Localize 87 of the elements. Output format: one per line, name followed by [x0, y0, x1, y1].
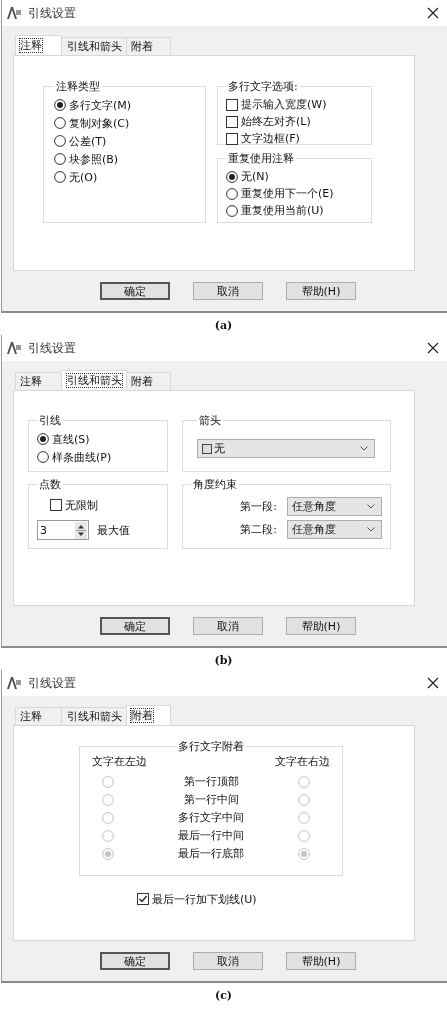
spin-arrows-icon[interactable]	[75, 521, 87, 539]
figure-caption: (b)	[213, 654, 234, 667]
checkbox-label[interactable]: 提示输入宽度(W)	[241, 97, 327, 112]
dialog-button[interactable]: 确定	[100, 952, 170, 970]
chevron-down-icon	[367, 504, 375, 509]
radio-label[interactable]: 无(N)	[241, 169, 269, 184]
tab[interactable]: 附着	[126, 372, 171, 390]
radio-label[interactable]: 重复使用下一个(E)	[241, 186, 334, 201]
tab[interactable]: 引线和箭头	[61, 370, 127, 390]
figure-caption: (c)	[213, 989, 234, 1002]
dialog-button[interactable]: 取消	[193, 617, 263, 635]
radio-label[interactable]: 公差(T)	[69, 133, 107, 149]
close-icon[interactable]	[427, 342, 439, 354]
window-title: 引线设置	[28, 339, 76, 357]
option-label: 第一行中间	[183, 792, 239, 807]
close-icon[interactable]	[427, 677, 439, 689]
radio-button[interactable]	[54, 99, 66, 111]
tab[interactable]: 引线和箭头	[61, 707, 127, 725]
radio-button[interactable]	[54, 153, 66, 165]
number-spinner[interactable]: 3	[37, 520, 89, 540]
close-icon[interactable]	[427, 7, 439, 19]
tab[interactable]: 附着	[126, 705, 171, 725]
radio-label[interactable]: 多行文字(M)	[69, 97, 132, 113]
column-header: 文字在左边	[92, 754, 147, 769]
figure-caption: (a)	[213, 319, 234, 332]
arrowhead-dropdown[interactable]: 无	[197, 439, 375, 458]
radio-button[interactable]	[37, 451, 49, 463]
radio-label[interactable]: 重复使用当前(U)	[241, 203, 324, 218]
radio-label[interactable]: 块参照(B)	[69, 151, 119, 167]
checkbox[interactable]	[226, 132, 238, 145]
square-icon	[202, 443, 212, 454]
group-title: 角度约束	[192, 477, 238, 492]
chevron-down-icon	[360, 446, 368, 451]
column-header: 文字在右边	[275, 754, 330, 769]
radio-label[interactable]: 复制对象(C)	[69, 115, 130, 131]
group-title: 注释类型	[55, 79, 101, 94]
chevron-down-icon	[367, 527, 375, 532]
dialog-button[interactable]: 确定	[100, 617, 170, 635]
group-title: 箭头	[198, 413, 222, 428]
app-icon	[6, 341, 22, 355]
tab[interactable]: 注释	[15, 35, 62, 55]
dialog-button[interactable]: 帮助(H)	[286, 952, 356, 970]
radio-button[interactable]	[37, 433, 49, 445]
radio-label[interactable]: 直线(S)	[52, 431, 90, 447]
group-title: 多行文字附着	[177, 739, 245, 754]
field-label: 最大值	[97, 522, 130, 538]
radio-label[interactable]: 无(O)	[69, 169, 98, 185]
group-title: 点数	[38, 477, 62, 492]
radio-button[interactable]	[226, 204, 238, 217]
group-title: 多行文字选项:	[227, 79, 299, 94]
angle-dropdown[interactable]: 任意角度	[287, 497, 382, 516]
checkbox[interactable]	[226, 98, 238, 111]
dialog-button[interactable]: 取消	[193, 952, 263, 970]
checkbox-label[interactable]: 文字边框(F)	[241, 131, 300, 146]
tab[interactable]: 注释	[15, 707, 62, 725]
tab[interactable]: 引线和箭头	[61, 37, 127, 55]
field-label: 第一段:	[240, 499, 277, 514]
radio-button[interactable]	[54, 171, 66, 183]
dialog-button[interactable]: 确定	[100, 282, 170, 300]
dialog-button[interactable]: 帮助(H)	[286, 282, 356, 300]
app-icon	[6, 676, 22, 690]
group-title: 重复使用注释	[227, 151, 295, 166]
radio-label[interactable]: 样条曲线(P)	[52, 449, 112, 465]
dialog-button[interactable]: 取消	[193, 282, 263, 300]
checkbox-label[interactable]: 无限制	[65, 497, 98, 513]
option-label: 第一行顶部	[183, 774, 239, 789]
group-title: 引线	[38, 413, 62, 428]
tab[interactable]: 附着	[126, 37, 171, 55]
app-icon	[6, 6, 22, 20]
checkbox-label[interactable]: 始终左对齐(L)	[241, 114, 311, 129]
field-label: 第二段:	[240, 522, 277, 537]
window-title: 引线设置	[28, 674, 76, 692]
checkbox-label[interactable]: 最后一行加下划线(U)	[152, 891, 257, 907]
option-label: 最后一行中间	[178, 828, 244, 843]
radio-button[interactable]	[54, 117, 66, 129]
window-title: 引线设置	[28, 4, 76, 22]
radio-button[interactable]	[226, 170, 238, 183]
checkbox[interactable]	[50, 499, 62, 511]
dialog-button[interactable]: 帮助(H)	[286, 617, 356, 635]
checkbox[interactable]	[226, 115, 238, 128]
option-label: 最后一行底部	[178, 846, 244, 861]
radio-button[interactable]	[226, 187, 238, 200]
tab[interactable]: 注释	[15, 372, 62, 390]
radio-button[interactable]	[54, 135, 66, 147]
option-label: 多行文字中间	[178, 810, 244, 825]
angle-dropdown[interactable]: 任意角度	[287, 520, 382, 539]
checkbox[interactable]	[137, 893, 149, 905]
